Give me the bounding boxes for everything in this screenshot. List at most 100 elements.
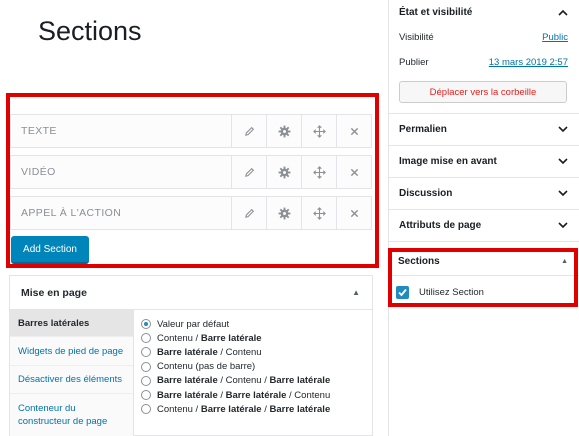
layout-option-text: / [192,332,201,344]
publish-label: Publier [399,57,429,68]
layout-option-text: Barre latérale [200,403,262,415]
publish-date-link[interactable]: 13 mars 2019 2:57 [489,57,568,68]
sidebar-layout-options: Valeur par défaut Contenu / Barre latéral… [141,317,330,416]
layout-option-text: Barre latérale [269,403,331,415]
status-visibility-panel: État et visibilité Visibilité Public Pub… [389,0,579,114]
move-to-trash-button[interactable]: Déplacer vers la corbeille [399,81,567,103]
layout-option-label: Contenu / Barre latérale [157,333,262,344]
layout-option-text: Contenu / [157,403,201,415]
layout-option[interactable]: Contenu / Barre latérale / Barre latéral… [141,402,330,416]
sidebar-panel-title: Image mise en avant [399,156,497,167]
visibility-row: Visibilité Public [399,32,568,43]
layout-option-text: Barre latérale [200,332,262,344]
layout-option[interactable]: Contenu (pas de barre) [141,360,330,374]
chevron-down-icon[interactable] [558,190,568,197]
sidebar-panel-header[interactable]: Attributs de page [389,210,579,241]
page-title[interactable]: Sections [38,16,142,47]
radio-button[interactable] [141,361,151,372]
collapse-up-icon[interactable]: ▲ [561,258,568,265]
chevron-down-icon[interactable] [558,158,568,165]
chevron-down-icon[interactable] [558,222,568,229]
sidebar-panel[interactable]: Discussion [389,178,579,210]
layout-option-text: Barre latérale [157,375,218,387]
layout-option-text: Contenu [157,332,193,344]
sidebar-panel-header[interactable]: Image mise en avant [389,146,579,177]
layout-option-label: Contenu (pas de barre) [157,361,255,372]
settings-sidebar: État et visibilité Visibilité Public Pub… [388,0,579,436]
move-icon[interactable] [301,115,336,147]
layout-option-text: / Contenu [217,346,262,358]
layout-option[interactable]: Barre latérale / Contenu / Barre latéral… [141,374,330,388]
layout-option[interactable]: Barre latérale / Contenu [141,345,330,359]
layout-option-text: / [217,389,226,401]
layout-panel-title: Mise en page [21,286,87,299]
sidebar-panel-title: Attributs de page [399,220,482,231]
add-section-button[interactable]: Add Section [11,236,89,264]
radio-button[interactable] [141,404,151,415]
publish-row: Publier 13 mars 2019 2:57 [399,57,568,68]
sidebar-panel[interactable]: Attributs de page [389,210,579,242]
sidebar-panel[interactable]: Image mise en avant [389,146,579,178]
layout-option-label: Barre latérale / Contenu / Barre latéral… [157,375,330,386]
pencil-icon[interactable] [231,197,266,229]
layout-option-text: Contenu (pas de barre) [157,361,256,373]
use-section-checkbox[interactable] [396,286,409,299]
layout-option[interactable]: Valeur par défaut [141,317,330,331]
layout-option-text: / [261,403,270,415]
use-section-option[interactable]: Utilisez Section [396,286,484,299]
layout-option[interactable]: Contenu / Barre latérale [141,331,330,345]
use-section-label: Utilisez Section [419,287,484,298]
gear-icon[interactable] [266,156,301,188]
close-icon[interactable] [336,115,371,147]
radio-button[interactable] [141,319,151,330]
section-row-label: VIDÉO [21,166,56,178]
move-icon[interactable] [301,156,336,188]
layout-panel-header[interactable]: Mise en page ▲ [10,276,372,310]
sidebar-panel-header[interactable]: Discussion [389,178,579,209]
layout-tab[interactable]: Conteneur du constructeur de page [10,394,133,436]
radio-button[interactable] [141,390,151,401]
gear-icon[interactable] [266,197,301,229]
layout-tabs: Barres latérales Widgets de pied de page D… [10,310,134,436]
layout-option-text: Valeur par défaut [157,318,230,330]
sections-panel-header[interactable]: Sections ▲ [398,253,568,269]
pencil-icon[interactable] [231,115,266,147]
layout-option-text: / Contenu / [217,375,270,387]
section-row[interactable]: TEXTE [10,114,372,148]
layout-tab[interactable]: Désactiver des éléments [10,366,133,394]
radio-button[interactable] [141,347,151,358]
layout-tab[interactable]: Widgets de pied de page [10,337,133,366]
layout-option-text: Barre latérale [157,389,218,401]
layout-option-text: Barre latérale [157,346,218,358]
pencil-icon[interactable] [231,156,266,188]
status-panel-title: État et visibilité [399,6,473,18]
section-row-label: TEXTE [21,125,57,137]
close-icon[interactable] [336,156,371,188]
section-row[interactable]: APPEL À L'ACTION [10,196,372,230]
close-icon[interactable] [336,197,371,229]
layout-option-text: Barre latérale [269,375,331,387]
layout-panel: Mise en page ▲ Barres latérales Widgets d… [9,275,373,436]
layout-option-label: Contenu / Barre latérale / Barre latéral… [157,404,330,415]
layout-tab[interactable]: Barres latérales [10,310,133,337]
status-panel-header[interactable]: État et visibilité [399,4,568,20]
sidebar-panel[interactable]: Permalien [389,114,579,146]
sidebar-panel-title: Permalien [399,124,447,135]
move-icon[interactable] [301,197,336,229]
gear-icon[interactable] [266,115,301,147]
visibility-value-link[interactable]: Public [542,32,568,43]
layout-option[interactable]: Barre latérale / Barre latérale / Conten… [141,388,330,402]
section-row[interactable]: VIDÉO [10,155,372,189]
radio-button[interactable] [141,375,151,386]
radio-button[interactable] [141,333,151,344]
sidebar-panel-header[interactable]: Permalien [389,114,579,145]
visibility-label: Visibilité [399,32,434,43]
sections-panel-title: Sections [398,255,440,267]
layout-option-label: Barre latérale / Barre latérale / Conten… [157,390,330,401]
chevron-down-icon[interactable] [558,126,568,133]
sidebar-panel-title: Discussion [399,188,453,199]
layout-option-text: Barre latérale [225,389,287,401]
collapse-up-icon[interactable]: ▲ [352,288,360,297]
chevron-up-icon[interactable] [558,9,568,16]
layout-option-text: / Contenu [286,389,331,401]
